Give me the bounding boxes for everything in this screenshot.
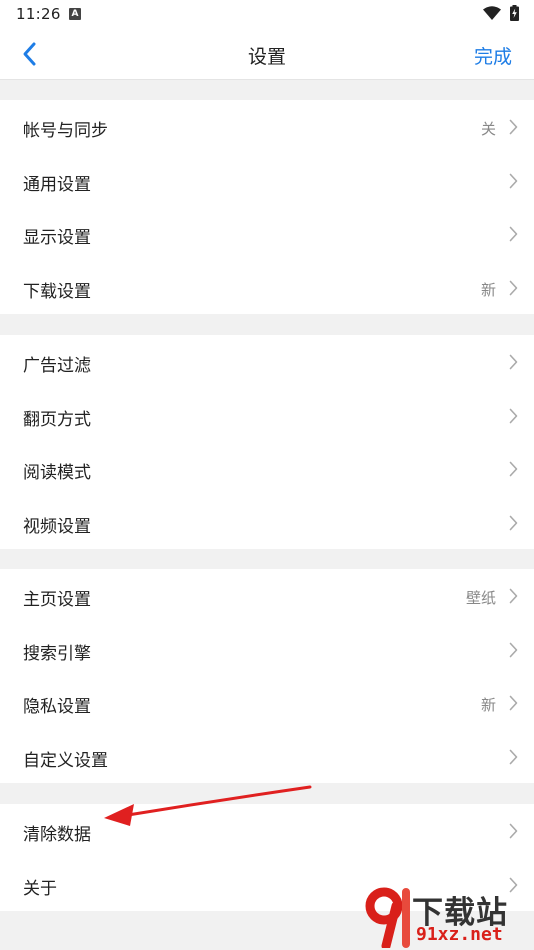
done-button[interactable]: 完成 [474, 42, 512, 69]
row-label: 关于 [23, 878, 57, 899]
row-label: 搜索引擎 [23, 643, 91, 664]
settings-row-search-engine[interactable]: 搜索引擎 [0, 623, 534, 677]
chevron-right-icon [509, 515, 518, 530]
chevron-right-icon [509, 588, 518, 604]
status-time: 11:26 [16, 5, 61, 23]
settings-row-display[interactable]: 显示设置 [0, 207, 534, 261]
settings-row-account-sync[interactable]: 帐号与同步 关 [0, 100, 534, 154]
settings-group-home: 主页设置 壁纸 搜索引擎 隐私设置 新 自定义设置 [0, 569, 534, 783]
settings-row-download[interactable]: 下载设置 新 [0, 261, 534, 315]
row-label: 隐私设置 [23, 697, 91, 717]
row-label: 帐号与同步 [23, 121, 108, 141]
chevron-right-icon [509, 226, 518, 242]
battery-charging-icon [510, 5, 519, 21]
settings-row-video[interactable]: 视频设置 [0, 496, 534, 550]
chevron-right-icon [509, 695, 518, 711]
settings-row-custom[interactable]: 自定义设置 [0, 730, 534, 784]
chevron-right-icon [509, 280, 518, 295]
chevron-right-icon [509, 354, 518, 370]
row-label: 阅读模式 [23, 463, 91, 483]
row-label: 下载设置 [23, 281, 91, 302]
chevron-right-icon [509, 119, 518, 135]
watermark-logo-icon [365, 887, 410, 948]
page-title: 设置 [247, 46, 286, 68]
watermark-url: 91xz.net [416, 924, 503, 945]
watermark: 下载站 91xz.net [362, 884, 534, 950]
notification-a-icon: A [69, 8, 81, 20]
row-value: 壁纸 [465, 589, 496, 607]
settings-group-account: 帐号与同步 关 通用设置 显示设置 下载设置 新 [0, 100, 534, 314]
settings-row-homepage[interactable]: 主页设置 壁纸 [0, 569, 534, 623]
wifi-icon [483, 6, 501, 20]
chevron-right-icon [509, 461, 518, 477]
status-bar: 11:26 A [0, 0, 534, 28]
settings-row-general[interactable]: 通用设置 [0, 154, 534, 208]
row-value: 关 [480, 120, 496, 138]
nav-bar: 设置 完成 [0, 28, 534, 80]
settings-row-page-turn[interactable]: 翻页方式 [0, 389, 534, 443]
settings-row-reading-mode[interactable]: 阅读模式 [0, 442, 534, 496]
settings-row-clear-data[interactable]: 清除数据 [0, 804, 534, 858]
row-label: 广告过滤 [23, 356, 91, 376]
settings-row-privacy[interactable]: 隐私设置 新 [0, 676, 534, 730]
chevron-right-icon [509, 823, 518, 839]
settings-row-ad-filter[interactable]: 广告过滤 [0, 335, 534, 389]
row-label: 主页设置 [23, 590, 91, 610]
row-label: 视频设置 [23, 516, 91, 537]
row-label: 通用设置 [23, 174, 91, 195]
settings-group-reading: 广告过滤 翻页方式 阅读模式 视频设置 [0, 335, 534, 549]
chevron-right-icon [509, 173, 518, 188]
chevron-right-icon [509, 408, 518, 423]
row-value: 新 [480, 280, 496, 299]
row-value: 新 [480, 696, 496, 714]
row-label: 翻页方式 [23, 409, 91, 430]
chevron-right-icon [509, 749, 518, 764]
row-label: 显示设置 [23, 228, 91, 248]
chevron-right-icon [509, 642, 518, 657]
row-label: 自定义设置 [23, 750, 108, 771]
row-label: 清除数据 [23, 825, 91, 845]
